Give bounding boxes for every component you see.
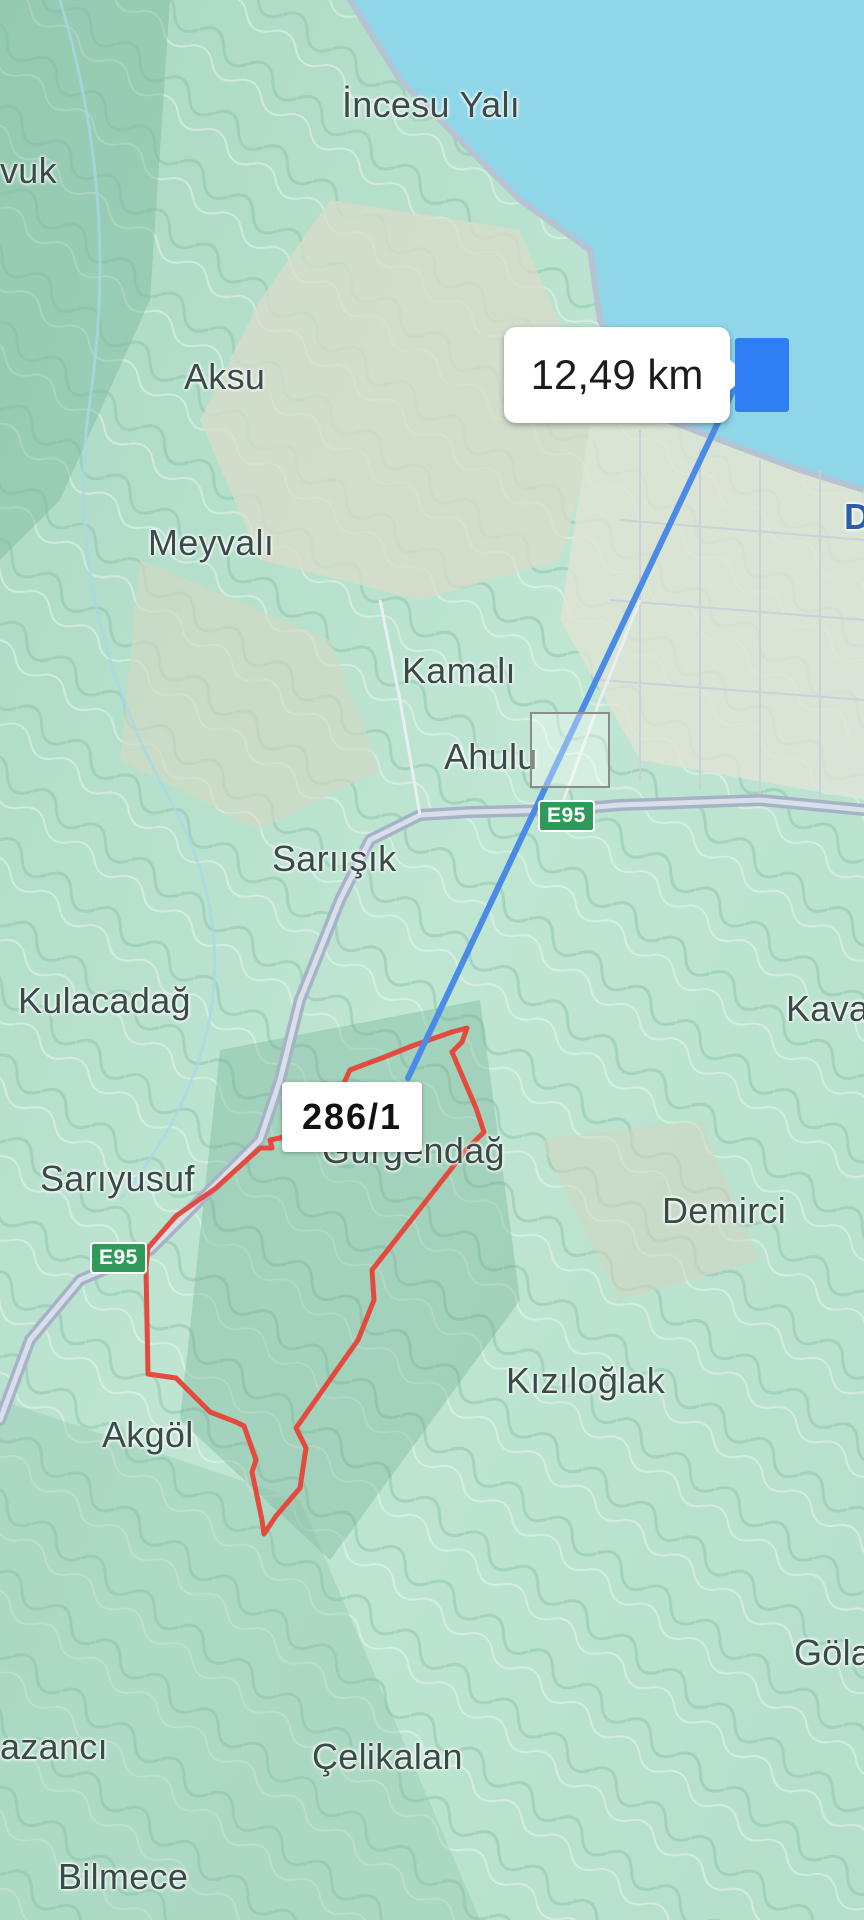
place-label: azancı xyxy=(0,1726,108,1767)
parcel-number-label[interactable]: 286/1 xyxy=(282,1082,422,1152)
place-label: Kava xyxy=(786,988,864,1029)
place-label: Sarıyusuf xyxy=(40,1158,195,1199)
place-label: Sarıışık xyxy=(272,838,397,879)
road-shield-e95-north: E95 xyxy=(538,800,595,832)
road-shield-e95-south: E95 xyxy=(90,1242,147,1274)
map-marker-box[interactable] xyxy=(530,712,610,788)
place-label: D xyxy=(844,496,864,537)
place-label: Akgöl xyxy=(102,1414,194,1455)
destination-marker-icon[interactable] xyxy=(735,338,789,412)
place-label: Kızıloğlak xyxy=(506,1360,666,1401)
place-label: Demirci xyxy=(662,1190,787,1231)
place-label: Kulacadağ xyxy=(18,980,191,1021)
place-label: Çelikalan xyxy=(312,1736,463,1777)
place-label: İncesu Yalı xyxy=(342,84,521,125)
place-label: Ahulu xyxy=(444,736,538,777)
place-label: Bilmece xyxy=(58,1856,189,1897)
place-label: Aksu xyxy=(184,356,266,397)
place-label: vuk xyxy=(0,150,57,191)
place-label: Göla xyxy=(794,1632,864,1673)
distance-label: 12,49 km xyxy=(504,327,748,423)
place-label: Meyvalı xyxy=(148,522,275,563)
place-label: Kamalı xyxy=(402,650,516,691)
terrain-map[interactable] xyxy=(0,0,864,1920)
